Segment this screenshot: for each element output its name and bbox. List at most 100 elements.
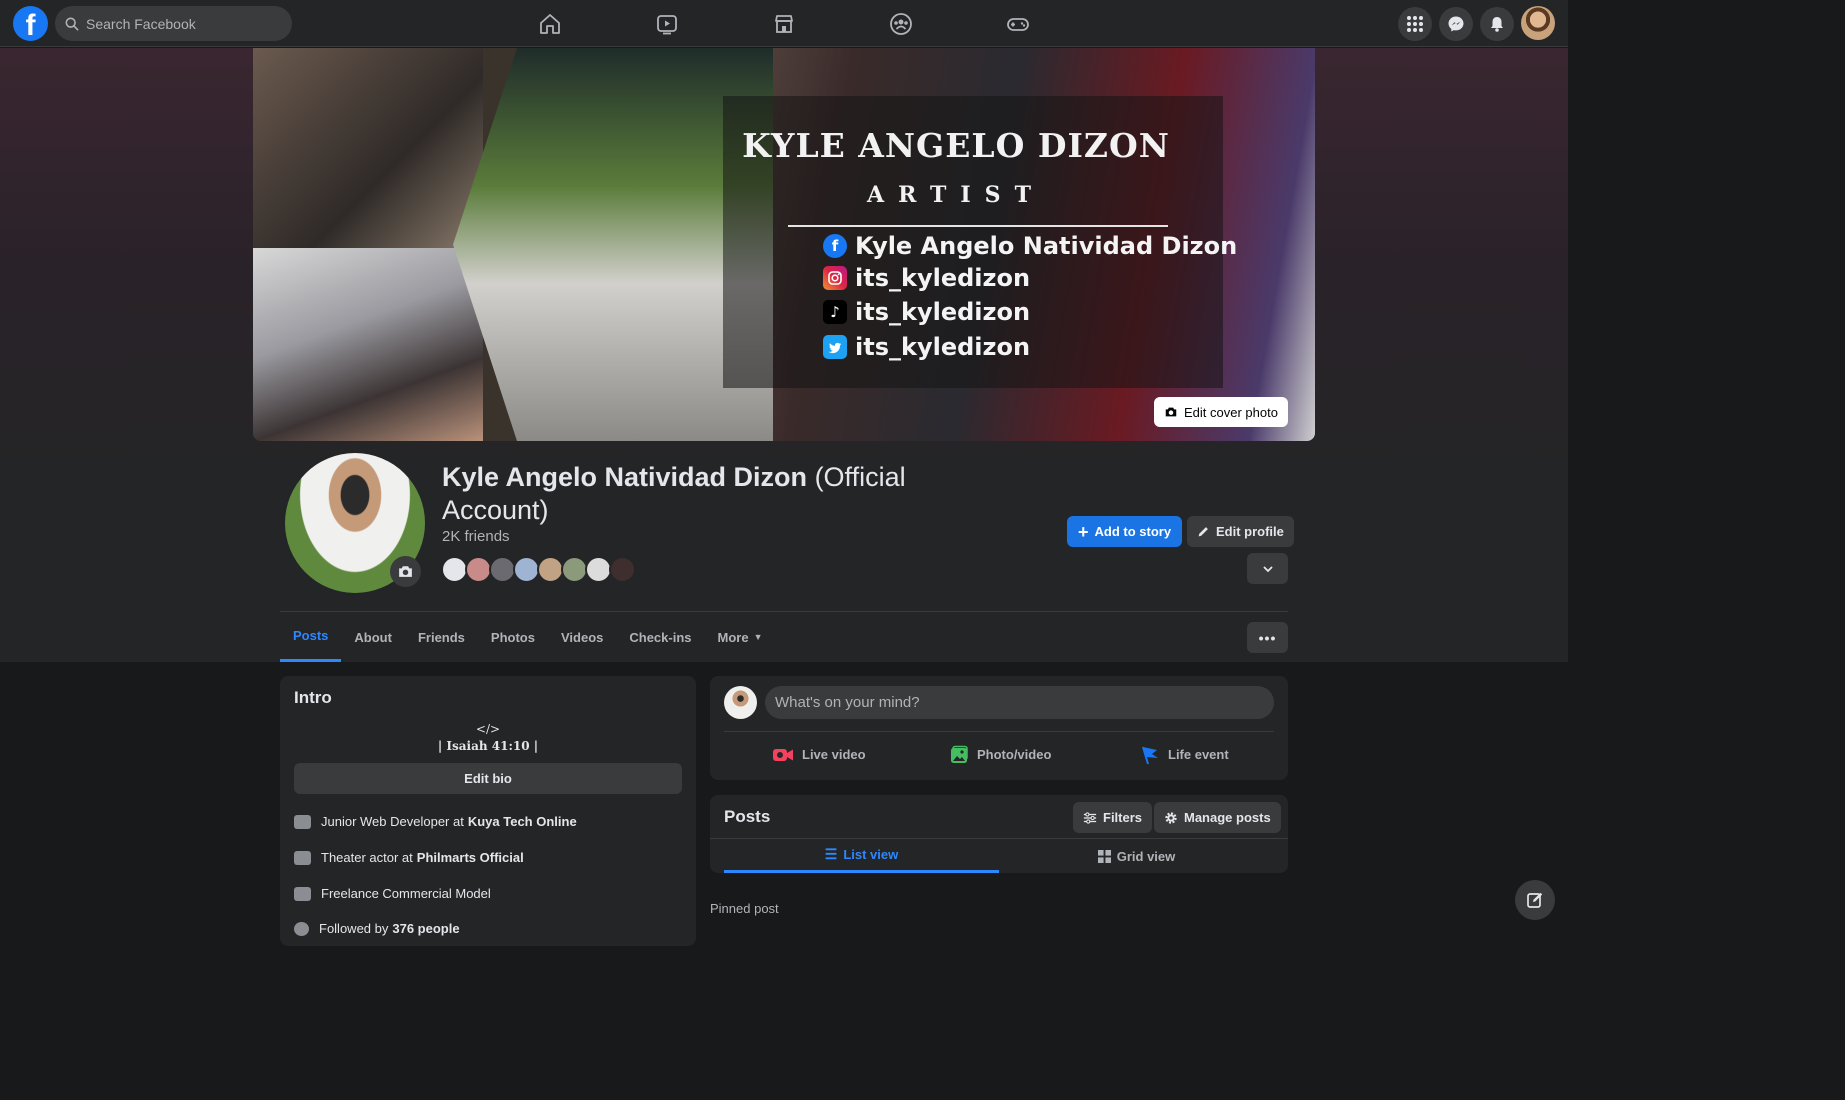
tab-friends[interactable]: Friends [405, 612, 478, 662]
messenger-icon[interactable] [1439, 7, 1473, 41]
edit-cover-photo-button[interactable]: Edit cover photo [1154, 397, 1288, 427]
grid-view-tab[interactable]: Grid view [999, 839, 1274, 873]
marketplace-icon[interactable] [769, 9, 799, 39]
cover-photo-panel [253, 248, 483, 441]
tab-posts[interactable]: Posts [280, 612, 342, 662]
social-handle: Kyle Angelo Natividad Dizon [855, 232, 1238, 260]
composer-avatar[interactable] [724, 686, 757, 719]
grid-icon [1097, 849, 1111, 863]
cover-social-tiktok: ♪ its_kyledizon [823, 298, 1303, 326]
ellipsis-icon: ••• [1258, 629, 1277, 646]
notifications-icon[interactable] [1480, 7, 1514, 41]
friend-avatar[interactable] [537, 556, 564, 583]
pencil-icon [1198, 527, 1208, 537]
home-icon[interactable] [535, 9, 565, 39]
gear-icon [1165, 811, 1177, 824]
filters-label: Filters [1103, 810, 1143, 825]
account-avatar[interactable] [1521, 6, 1555, 40]
friend-avatar[interactable] [513, 556, 540, 583]
caret-down-icon: ▼ [753, 632, 763, 642]
twitter-icon [823, 335, 847, 359]
photo-icon [951, 745, 968, 763]
edit-profile-button[interactable]: Edit profile [1187, 516, 1294, 547]
social-handle: its_kyledizon [855, 264, 1031, 292]
top-navigation-bar: f [0, 0, 1568, 47]
edit-cover-photo-label: Edit cover photo [1184, 404, 1278, 420]
search-box[interactable] [55, 6, 292, 41]
cover-social-twitter: its_kyledizon [823, 333, 1303, 361]
intro-title: Intro [294, 688, 332, 707]
tab-photos[interactable]: Photos [478, 612, 548, 662]
friend-avatar[interactable] [441, 556, 468, 583]
friends-count[interactable]: 2K friends [442, 528, 510, 545]
filters-button[interactable]: Filters [1073, 802, 1153, 833]
more-options-button[interactable]: ••• [1247, 622, 1288, 653]
composer-divider [724, 731, 1274, 732]
cover-social-instagram: its_kyledizon [823, 264, 1303, 292]
intro-row-link[interactable]: Philmarts Official [417, 850, 524, 865]
gaming-icon[interactable] [1003, 9, 1033, 39]
social-handle: its_kyledizon [855, 298, 1031, 326]
intro-row-link[interactable]: Kuya Tech Online [468, 814, 577, 829]
new-message-button[interactable] [1515, 880, 1555, 920]
edit-profile-label: Edit profile [1216, 524, 1284, 539]
intro-row-text: Freelance Commercial Model [321, 886, 491, 901]
friend-avatars [441, 556, 636, 583]
briefcase-icon [294, 814, 311, 829]
profile-name-main: Kyle Angelo Natividad Dizon [442, 462, 808, 492]
posts-filter-card: Posts Filters Manage posts ☰ List view G… [710, 795, 1288, 873]
pinned-post-label: Pinned post [710, 901, 779, 916]
photo-video-label: Photo/video [977, 747, 1052, 762]
live-video-icon [773, 748, 793, 761]
groups-icon[interactable] [886, 9, 916, 39]
list-view-tab[interactable]: ☰ List view [724, 839, 999, 873]
tab-check-ins[interactable]: Check-ins [616, 612, 704, 662]
cover-role: ARTIST [867, 182, 1045, 208]
life-event-button[interactable]: Life event [1140, 742, 1229, 767]
cover-divider [788, 225, 1168, 227]
manage-posts-label: Manage posts [1184, 810, 1271, 825]
life-event-label: Life event [1168, 747, 1229, 762]
cover-photo-panel [253, 48, 483, 248]
social-handle: its_kyledizon [855, 333, 1031, 361]
bio-line: </> [475, 722, 501, 736]
watch-icon[interactable] [652, 9, 682, 39]
edit-bio-button[interactable]: Edit bio [294, 763, 682, 794]
manage-posts-button[interactable]: Manage posts [1154, 802, 1281, 833]
tab-about[interactable]: About [341, 612, 405, 662]
briefcase-icon [294, 886, 311, 901]
menu-grid-icon[interactable] [1398, 7, 1432, 41]
intro-row-text: Followed by [319, 921, 389, 936]
friend-avatar[interactable] [609, 556, 636, 583]
grid-view-label: Grid view [1116, 848, 1176, 864]
flag-icon [1142, 746, 1158, 764]
friend-avatar[interactable] [585, 556, 612, 583]
search-icon [65, 17, 79, 30]
intro-row-link[interactable]: 376 people [392, 921, 459, 936]
tab-more-label: More [717, 629, 749, 645]
photo-video-button[interactable]: Photo/video [949, 742, 1051, 767]
cover-title: KYLE ANGELO DIZON [742, 126, 1170, 165]
update-profile-picture-button[interactable] [390, 556, 421, 587]
tab-videos[interactable]: Videos [548, 612, 616, 662]
intro-row-text: Theater actor at [321, 850, 413, 865]
friend-avatar[interactable] [561, 556, 588, 583]
whats-on-your-mind-input[interactable] [765, 686, 1274, 719]
live-video-label: Live video [802, 747, 866, 762]
add-to-story-button[interactable]: + Add to story [1067, 516, 1183, 547]
friend-avatar[interactable] [489, 556, 516, 583]
profile-dropdown-button[interactable] [1247, 553, 1288, 584]
tab-more[interactable]: More ▼ [705, 612, 776, 662]
filter-icon [1083, 811, 1097, 824]
friend-avatar[interactable] [465, 556, 492, 583]
chevron-down-icon [1263, 566, 1272, 572]
search-input[interactable] [86, 15, 276, 32]
facebook-logo[interactable]: f [13, 6, 48, 41]
intro-work-row: Junior Web Developer at Kuya Tech Online [294, 814, 577, 829]
intro-row-text: Junior Web Developer at [321, 814, 464, 829]
instagram-icon [823, 266, 847, 290]
facebook-icon: f [823, 234, 847, 258]
add-to-story-label: Add to story [1094, 524, 1172, 539]
list-icon: ☰ [824, 846, 838, 862]
live-video-button[interactable]: Live video [772, 742, 866, 767]
